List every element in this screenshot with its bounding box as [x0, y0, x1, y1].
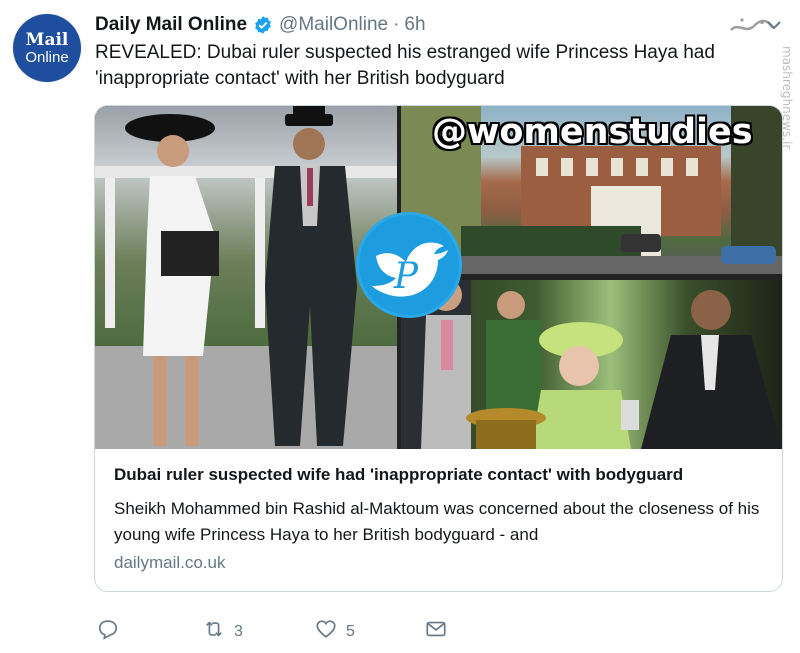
chevron-down-icon[interactable] [766, 18, 782, 30]
photo-couple [95, 106, 397, 449]
card-body[interactable]: Dubai ruler suspected wife had 'inapprop… [95, 449, 782, 591]
dm-button[interactable] [425, 618, 447, 645]
card-description: Sheikh Mohammed bin Rashid al-Maktoum wa… [114, 499, 760, 544]
reply-button[interactable] [97, 618, 119, 645]
avatar[interactable]: Mail Online [13, 14, 81, 82]
avatar-line-1: Mail [25, 29, 69, 50]
tweet[interactable]: Mail Online Daily Mail Online @MailOnlin… [0, 0, 800, 653]
like-count: 5 [346, 622, 355, 640]
tweet-header: Daily Mail Online @MailOnline · 6h [95, 12, 760, 38]
author-name[interactable]: Daily Mail Online [95, 14, 247, 36]
retweet-count: 3 [234, 622, 243, 640]
like-button[interactable]: 5 [315, 618, 355, 645]
verified-icon [253, 15, 273, 35]
logo-letter: P [393, 256, 419, 297]
reply-icon[interactable] [97, 618, 119, 645]
heart-icon[interactable] [315, 618, 337, 645]
link-card[interactable]: Dubai ruler suspected wife had 'inapprop… [94, 105, 783, 592]
retweet-icon[interactable] [203, 618, 225, 645]
card-domain[interactable]: dailymail.co.uk [114, 553, 226, 573]
tweet-text: REVEALED: Dubai ruler suspected his estr… [95, 42, 715, 89]
bird-logo-icon: P [354, 210, 464, 320]
header-separator: · [393, 14, 400, 35]
card-title[interactable]: Dubai ruler suspected wife had 'inapprop… [114, 465, 764, 485]
retweet-button[interactable]: 3 [203, 618, 243, 645]
tweet-actions: 3 5 [95, 618, 695, 644]
watermark-text: @womenstudies [432, 112, 753, 152]
envelope-icon[interactable] [425, 618, 447, 645]
tweet-timestamp[interactable]: 6h [404, 14, 425, 36]
avatar-line-2: Online [25, 48, 69, 66]
author-handle[interactable]: @MailOnline [279, 14, 388, 36]
